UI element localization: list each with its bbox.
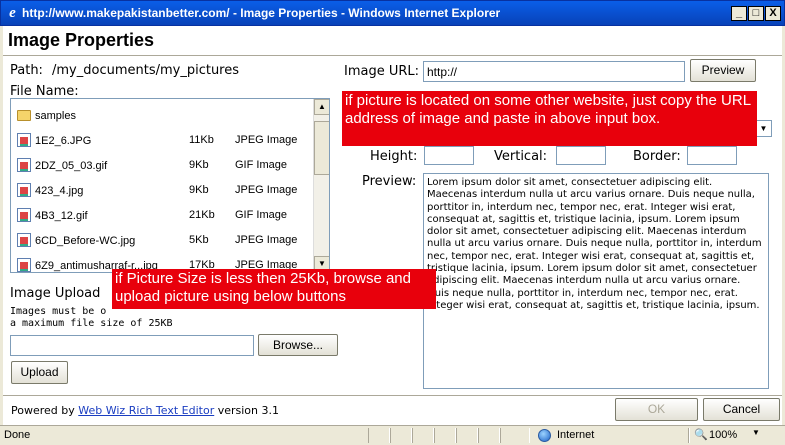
file-type: JPEG Image — [235, 134, 298, 146]
chevron-down-icon[interactable]: ▼ — [755, 120, 772, 137]
close-button[interactable]: X — [765, 6, 781, 21]
file-list-scrollbar[interactable]: ▲ ▼ — [313, 99, 329, 272]
image-file-icon — [17, 233, 31, 247]
border-label: Border: — [633, 149, 681, 164]
file-list-item[interactable]: 2DZ_05_03.gif 9Kb GIF Image — [11, 156, 311, 176]
footer-divider — [3, 395, 782, 396]
vertical-label: Vertical: — [494, 149, 548, 164]
vertical-input[interactable] — [556, 146, 606, 165]
height-label: Height: — [370, 149, 418, 164]
zoom-level[interactable]: 100% — [709, 429, 737, 441]
image-upload-label: Image Upload — [10, 286, 101, 301]
file-type: JPEG Image — [235, 184, 298, 196]
status-segment — [478, 428, 500, 443]
powered-by: Powered by Web Wiz Rich Text Editor vers… — [11, 404, 279, 417]
path-value: /my_documents/my_pictures — [52, 63, 240, 78]
file-name: 1E2_6.JPG — [35, 135, 92, 147]
file-size: 11Kb — [189, 134, 214, 146]
file-list-item[interactable]: 1E2_6.JPG 11Kb JPEG Image — [11, 131, 311, 151]
file-size: 5Kb — [189, 234, 209, 246]
dialog-title: Image Properties — [8, 30, 155, 50]
file-name: 6CD_Before-WC.jpg — [35, 235, 136, 247]
callout-image-url: if picture is located on some other webs… — [342, 91, 757, 146]
upload-button[interactable]: Upload — [11, 361, 68, 384]
preview-label: Preview: — [362, 174, 417, 189]
image-file-icon — [17, 183, 31, 197]
powered-by-link[interactable]: Web Wiz Rich Text Editor — [78, 404, 214, 417]
preview-box: Lorem ipsum dolor sit amet, consectetuer… — [423, 173, 769, 389]
status-segment — [368, 428, 390, 443]
browse-button[interactable]: Browse... — [258, 334, 338, 356]
file-name: 2DZ_05_03.gif — [35, 160, 108, 172]
title-divider — [3, 55, 782, 56]
window-titlebar: e http://www.makepakistanbetter.com/ - I… — [0, 0, 785, 26]
status-segment — [390, 428, 412, 443]
folder-icon — [17, 110, 31, 121]
window-title: http://www.makepakistanbetter.com/ - Ima… — [22, 6, 501, 20]
file-list-item[interactable]: 423_4.jpg 9Kb JPEG Image — [11, 181, 311, 201]
preview-button[interactable]: Preview — [690, 59, 756, 82]
scroll-thumb[interactable] — [314, 121, 329, 175]
image-properties-dialog: Image Properties Path: /my_documents/my_… — [3, 26, 782, 425]
ok-button[interactable]: OK — [615, 398, 698, 421]
file-type: JPEG Image — [235, 234, 298, 246]
file-list-item[interactable]: samples — [11, 106, 311, 126]
upload-note-line-1: Images must be o — [10, 306, 107, 317]
file-name: 423_4.jpg — [35, 185, 84, 197]
file-name-label: File Name: — [10, 84, 79, 99]
minimize-button[interactable]: _ — [731, 6, 747, 21]
file-list-item[interactable]: 6CD_Before-WC.jpg 5Kb JPEG Image — [11, 231, 311, 251]
ie-icon: e — [9, 5, 16, 21]
file-type: GIF Image — [235, 209, 287, 221]
file-name: samples — [35, 110, 76, 122]
callout-image-upload: if Picture Size is less then 25Kb, brows… — [112, 269, 436, 309]
upload-note-line-2: a maximum file size of 25KB — [10, 318, 173, 329]
maximize-button[interactable]: □ — [748, 6, 764, 21]
file-size: 21Kb — [189, 209, 215, 221]
powered-by-prefix: Powered by — [11, 404, 75, 417]
status-segment — [434, 428, 456, 443]
path-label: Path: — [10, 63, 43, 78]
file-list[interactable]: samples 1E2_6.JPG 11Kb JPEG Image 2DZ_05_03.… — [10, 98, 330, 273]
image-file-icon — [17, 158, 31, 172]
image-url-input[interactable] — [423, 61, 685, 82]
file-size: 9Kb — [189, 159, 209, 171]
powered-by-suffix: version 3.1 — [217, 404, 279, 417]
image-file-icon — [17, 208, 31, 222]
image-file-icon — [17, 133, 31, 147]
status-bar: Done Internet 🔍 100% ▼ — [0, 425, 785, 445]
zoom-icon: 🔍 — [694, 429, 708, 441]
globe-icon — [538, 429, 551, 442]
height-input[interactable] — [424, 146, 474, 165]
file-size: 9Kb — [189, 184, 209, 196]
file-type: GIF Image — [235, 159, 287, 171]
zoom-dropdown-icon[interactable]: ▼ — [752, 428, 760, 437]
file-list-item[interactable]: 4B3_12.gif 21Kb GIF Image — [11, 206, 311, 226]
internet-zone: Internet — [557, 429, 595, 441]
status-segment — [456, 428, 478, 443]
cancel-button[interactable]: Cancel — [703, 398, 780, 421]
status-text: Done — [4, 429, 31, 441]
status-segment — [500, 428, 530, 443]
border-input[interactable] — [687, 146, 737, 165]
upload-file-input[interactable] — [10, 335, 254, 356]
status-divider — [688, 428, 690, 443]
image-url-label: Image URL: — [344, 64, 420, 79]
scroll-up-icon[interactable]: ▲ — [314, 99, 329, 115]
image-file-icon — [17, 258, 31, 272]
file-name: 4B3_12.gif — [35, 210, 88, 222]
status-segment — [412, 428, 434, 443]
